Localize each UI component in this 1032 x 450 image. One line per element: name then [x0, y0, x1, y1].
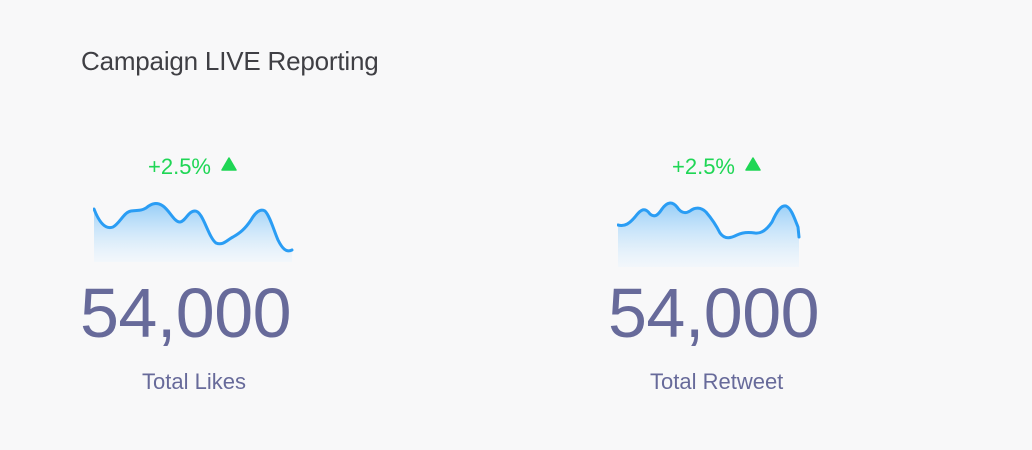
stat-label: Total Likes	[142, 369, 246, 394]
stat-card-likes: +2.5% 54,000 Total Likes	[80, 145, 340, 405]
triangle-up-icon	[745, 151, 761, 177]
delta-badge: +2.5%	[148, 151, 237, 180]
page-title: Campaign LIVE Reporting	[81, 46, 379, 76]
stat-value: 54,000	[80, 274, 292, 352]
delta-badge: +2.5%	[672, 151, 761, 180]
triangle-up-icon	[221, 151, 237, 177]
sparkline-chart	[93, 202, 294, 262]
delta-value: +2.5%	[672, 154, 735, 179]
stat-label: Total Retweet	[650, 369, 784, 394]
stat-card-retweet: +2.5% 54,000 Total Retweet	[608, 145, 868, 405]
stat-value: 54,000	[608, 274, 820, 352]
sparkline-chart	[617, 201, 801, 267]
delta-value: +2.5%	[148, 154, 211, 179]
